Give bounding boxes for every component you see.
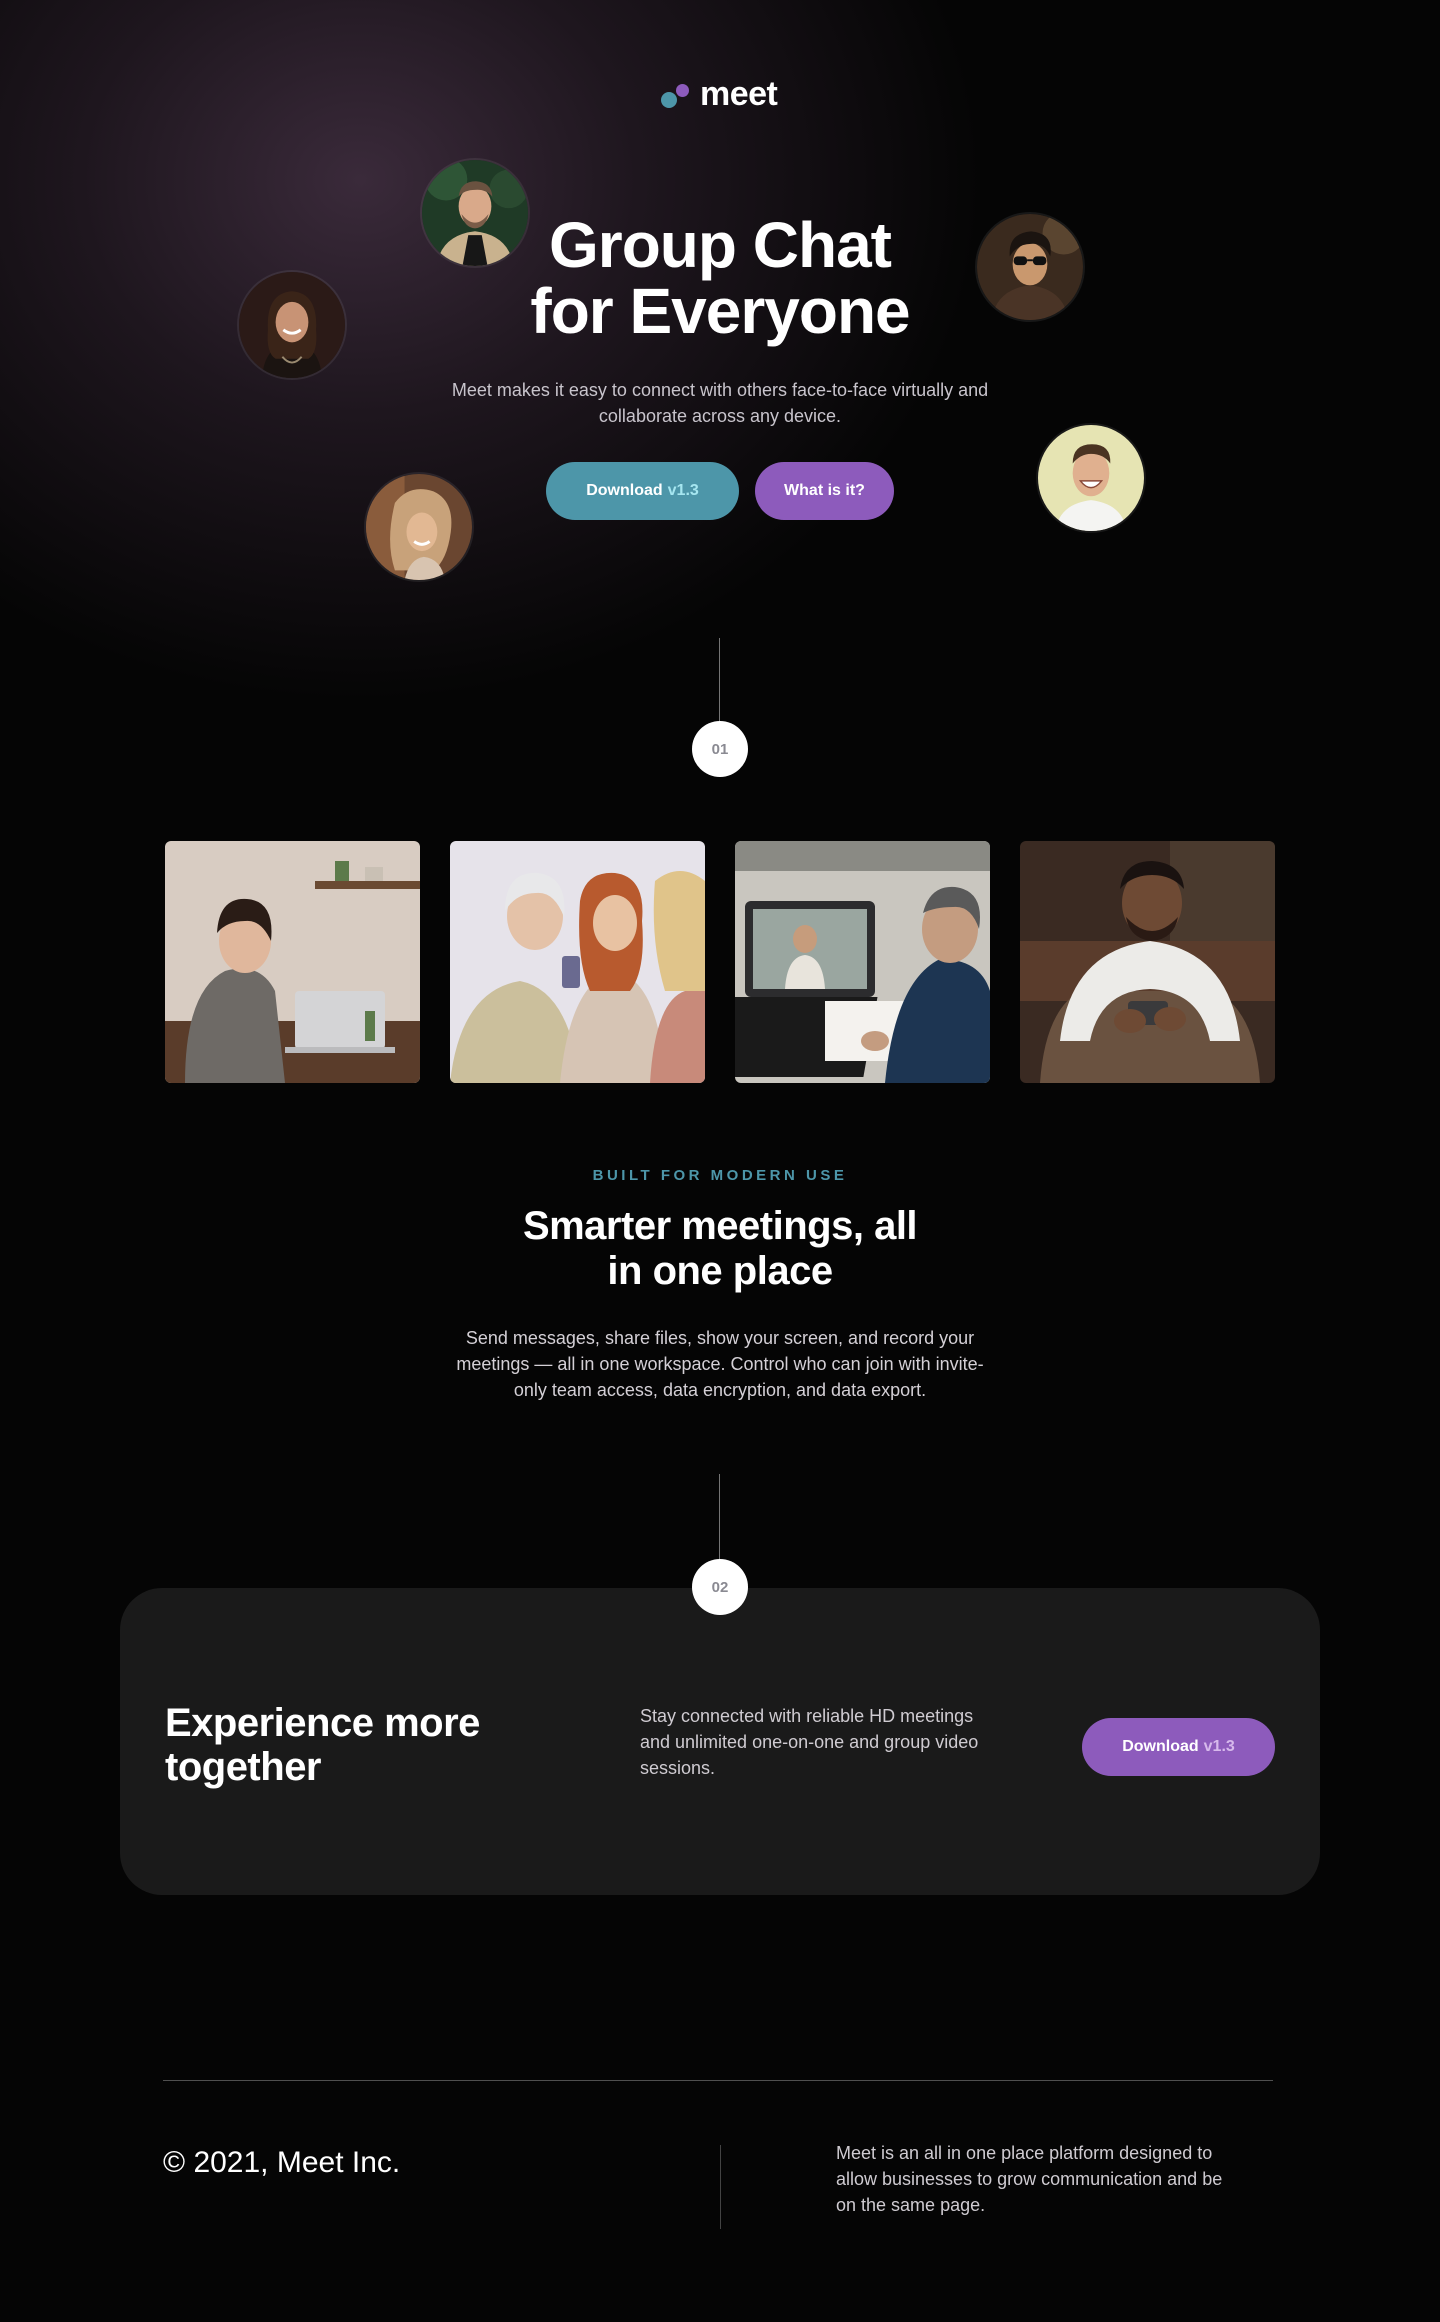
cta-download-version: v1.3 xyxy=(1203,1738,1235,1755)
section-title-line1: Smarter meetings, all xyxy=(522,1204,918,1248)
logo[interactable]: meet xyxy=(660,72,778,116)
what-is-it-button[interactable]: What is it? xyxy=(755,462,894,520)
cta-title-line2: together xyxy=(165,1745,322,1789)
footer-copyright: © 2021, Meet Inc. xyxy=(163,2146,401,2179)
cta-download-label: Download xyxy=(1122,1738,1199,1755)
step-marker-02: 02 xyxy=(692,1559,748,1615)
woman-smiling-avatar xyxy=(364,472,474,582)
man-phone-photo xyxy=(1020,841,1275,1083)
smiling-woman-avatar xyxy=(237,270,347,380)
cta-download-button[interactable]: Download v1.3 xyxy=(1082,1718,1275,1776)
laughing-man-avatar xyxy=(1036,423,1146,533)
download-button-version: v1.3 xyxy=(667,482,699,499)
video-call-photo xyxy=(735,841,990,1083)
hero-title-line2: for Everyone xyxy=(530,275,910,347)
hero-title-line1: Group Chat xyxy=(549,209,892,281)
footer-divider-line xyxy=(163,2080,1273,2081)
logo-text: meet xyxy=(700,74,778,113)
step-connector-line-2 xyxy=(719,1474,720,1562)
download-button[interactable]: Download v1.3 xyxy=(546,462,739,520)
section-title: Smarter meetings, all in one place xyxy=(420,1204,1020,1294)
logo-icon xyxy=(660,78,692,110)
woman-laptop-kitchen-photo xyxy=(165,841,420,1083)
step-connector-line xyxy=(719,638,720,726)
download-button-label: Download xyxy=(586,482,663,499)
what-is-it-label: What is it? xyxy=(784,482,865,499)
section-title-line2: in one place xyxy=(607,1249,833,1293)
section-description: Send messages, share files, show your sc… xyxy=(456,1328,984,1400)
women-phone-photo xyxy=(450,841,705,1083)
hero-title: Group Chat for Everyone xyxy=(420,212,1020,344)
footer-vertical-divider xyxy=(720,2145,721,2229)
cta-title-line1: Experience more xyxy=(165,1701,480,1745)
cta-description: Stay connected with reliable HD meetings… xyxy=(640,1706,979,1778)
step-marker-01: 01 xyxy=(692,721,748,777)
hero-subtitle: Meet makes it easy to connect with other… xyxy=(451,380,989,426)
cta-title: Experience more together xyxy=(165,1701,585,1789)
footer-description: Meet is an all in one place platform des… xyxy=(836,2143,1223,2215)
section-eyebrow: BUILT FOR MODERN USE xyxy=(592,1167,848,1184)
